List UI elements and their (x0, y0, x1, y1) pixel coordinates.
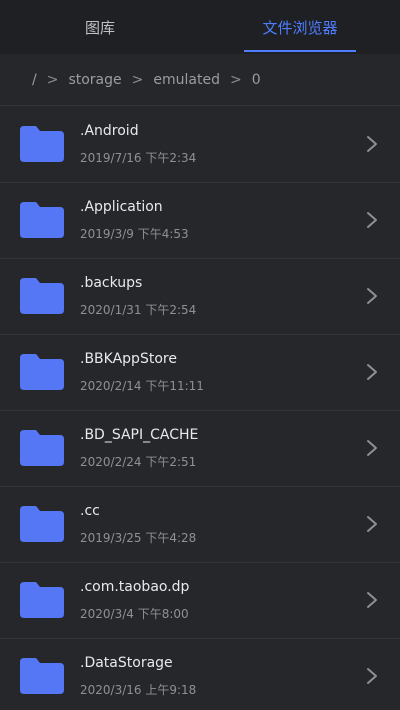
folder-date: 2019/7/16 下午2:34 (80, 151, 197, 165)
chevron-right-icon (367, 440, 377, 456)
folder-texts: .cc 2019/3/25 下午4:28 (80, 501, 196, 547)
folder-icon (20, 202, 64, 238)
folder-icon (20, 582, 64, 618)
folder-name: .DataStorage (80, 655, 173, 671)
chevron-right-icon (367, 136, 377, 152)
tab-file-browser[interactable]: 文件浏览器 (200, 0, 400, 54)
folder-date: 2019/3/9 下午4:53 (80, 227, 189, 241)
folder-row[interactable]: .Application 2019/3/9 下午4:53 (0, 183, 400, 259)
folder-texts: .backups 2020/1/31 下午2:54 (80, 273, 196, 319)
breadcrumb-0[interactable]: 0 (252, 72, 261, 88)
breadcrumb: / > storage > emulated > 0 (0, 54, 400, 106)
tab-gallery[interactable]: 图库 (0, 0, 200, 54)
folder-row[interactable]: .BBKAppStore 2020/2/14 下午11:11 (0, 335, 400, 411)
breadcrumb-separator: > (229, 71, 242, 88)
folder-date: 2020/3/4 下午8:00 (80, 607, 189, 621)
folder-icon (20, 658, 64, 694)
folder-texts: .DataStorage 2020/3/16 上午9:18 (80, 653, 196, 699)
folder-date: 2020/2/24 下午2:51 (80, 455, 197, 469)
folder-row[interactable]: .Android 2019/7/16 下午2:34 (0, 107, 400, 183)
folder-texts: .Android 2019/7/16 下午2:34 (80, 121, 196, 167)
breadcrumb-emulated[interactable]: emulated (153, 72, 220, 88)
folder-icon (20, 506, 64, 542)
folder-row[interactable]: .cc 2019/3/25 下午4:28 (0, 487, 400, 563)
chevron-right-icon (367, 592, 377, 608)
folder-row[interactable]: .BD_SAPI_CACHE 2020/2/24 下午2:51 (0, 411, 400, 487)
folder-row[interactable]: .com.taobao.dp 2020/3/4 下午8:00 (0, 563, 400, 639)
folder-date: 2020/1/31 下午2:54 (80, 303, 197, 317)
folder-row[interactable]: .backups 2020/1/31 下午2:54 (0, 259, 400, 335)
tab-bar: 图库 文件浏览器 (0, 0, 400, 54)
folder-date: 2020/3/16 上午9:18 (80, 683, 197, 697)
breadcrumb-separator: > (46, 71, 59, 88)
chevron-right-icon (367, 212, 377, 228)
folder-texts: .Application 2019/3/9 下午4:53 (80, 197, 189, 243)
breadcrumb-storage[interactable]: storage (68, 72, 121, 88)
folder-name: .BD_SAPI_CACHE (80, 427, 199, 443)
folder-name: .BBKAppStore (80, 351, 177, 367)
folder-texts: .BBKAppStore 2020/2/14 下午11:11 (80, 349, 204, 395)
chevron-right-icon (367, 516, 377, 532)
folder-name: .Android (80, 123, 139, 139)
folder-icon (20, 126, 64, 162)
folder-name: .com.taobao.dp (80, 579, 190, 595)
folder-texts: .BD_SAPI_CACHE 2020/2/24 下午2:51 (80, 425, 198, 471)
chevron-right-icon (367, 288, 377, 304)
file-browser-app: 图库 文件浏览器 / > storage > emulated > 0 .And… (0, 0, 400, 710)
folder-name: .backups (80, 275, 143, 291)
breadcrumb-separator: > (131, 71, 144, 88)
folder-row[interactable]: .DataStorage 2020/3/16 上午9:18 (0, 639, 400, 710)
chevron-right-icon (367, 668, 377, 684)
folder-icon (20, 354, 64, 390)
file-list[interactable]: .Android 2019/7/16 下午2:34 .Application 2… (0, 107, 400, 710)
folder-texts: .com.taobao.dp 2020/3/4 下午8:00 (80, 577, 189, 623)
folder-icon (20, 278, 64, 314)
folder-icon (20, 430, 64, 466)
breadcrumb-root[interactable]: / (32, 72, 37, 88)
folder-date: 2019/3/25 下午4:28 (80, 531, 197, 545)
chevron-right-icon (367, 364, 377, 380)
folder-name: .Application (80, 199, 163, 215)
folder-date: 2020/2/14 下午11:11 (80, 379, 204, 393)
folder-name: .cc (80, 503, 100, 519)
